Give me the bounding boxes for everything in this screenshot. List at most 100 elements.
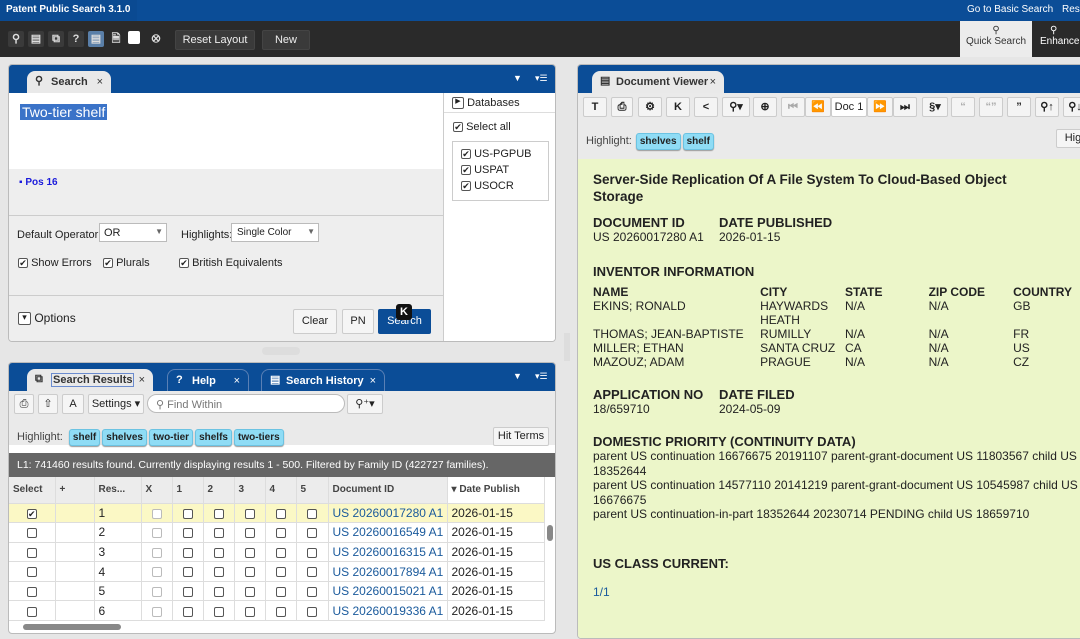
menu-icon[interactable]: ▾☰ [535, 371, 548, 382]
tag-checkbox[interactable] [275, 508, 286, 519]
highlight-chip[interactable]: shelf [682, 133, 714, 150]
quote-open-icon[interactable]: “ [951, 97, 975, 117]
settings-dropdown[interactable]: Settings ▾ [88, 394, 144, 414]
close-icon[interactable]: × [234, 370, 240, 392]
exclude-checkbox[interactable] [151, 587, 162, 597]
zoom-in-icon[interactable]: ⊕ [753, 97, 777, 117]
plurals-checkbox[interactable]: ✔ Plurals [103, 257, 150, 269]
highlight-chip[interactable]: shelf [68, 429, 101, 446]
search-history-icon[interactable]: ▤ [28, 31, 44, 47]
reset-link[interactable]: Res [1062, 4, 1080, 15]
exclude-checkbox[interactable] [151, 606, 162, 617]
document-id-link[interactable]: US 20260016315 A1 [333, 545, 444, 559]
col-2[interactable]: 2 [203, 477, 235, 504]
highlight-chip[interactable]: shelves [635, 133, 681, 150]
first-doc-icon[interactable]: ⏮ [781, 97, 805, 117]
row-select-checkbox[interactable] [26, 606, 37, 617]
pn-button[interactable]: PN [342, 309, 374, 334]
highlight-options-button[interactable]: High [1056, 129, 1080, 148]
basic-search-link[interactable]: Go to Basic Search [967, 4, 1053, 15]
tag-checkbox[interactable] [182, 547, 193, 558]
tag-checkbox[interactable] [213, 508, 224, 519]
table-row[interactable]: 4 US 20260017894 A1 2026-01-15 [9, 561, 545, 582]
chevron-down-icon[interactable]: ▼ [513, 73, 522, 83]
row-select-checkbox[interactable] [26, 567, 37, 578]
close-icon[interactable]: × [710, 71, 716, 93]
row-select-checkbox[interactable] [26, 587, 37, 597]
tag-checkbox[interactable] [244, 508, 255, 519]
clear-button[interactable]: Clear [293, 309, 337, 334]
col-select[interactable]: Select [9, 477, 56, 504]
highlight-chip[interactable]: two-tier [148, 429, 194, 446]
search-options-icon[interactable]: ⚲⁺▾ [347, 394, 383, 414]
row-select-checkbox[interactable]: ✔ [26, 508, 37, 519]
document-viewer-icon[interactable]: ▤ [88, 31, 104, 47]
lightning-icon[interactable]: ⭙ [148, 31, 164, 47]
tag-checkbox[interactable] [182, 508, 193, 519]
print-icon[interactable]: ⎙ [14, 394, 34, 414]
document-id-link[interactable]: US 20260017894 A1 [333, 565, 444, 579]
tag-checkbox[interactable] [182, 528, 193, 539]
tag-checkbox[interactable] [307, 547, 317, 558]
british-equivalents-checkbox[interactable]: ✔ British Equivalents [179, 257, 283, 269]
quotes-icon[interactable]: “” [979, 97, 1003, 117]
tab-search-results[interactable]: ⧉ Search Results × [27, 369, 153, 391]
tag-checkbox[interactable] [213, 587, 224, 597]
tag-checkbox[interactable] [213, 606, 224, 617]
tag-checkbox[interactable] [307, 606, 317, 617]
exclude-checkbox[interactable] [151, 508, 162, 519]
tag-checkbox[interactable] [213, 567, 224, 578]
tag-checkbox[interactable] [307, 508, 317, 519]
table-row[interactable]: 2 US 20260016549 A1 2026-01-15 [9, 522, 545, 543]
tag-checkbox[interactable] [182, 587, 193, 597]
quick-search-tab[interactable]: ⚲ Quick Search [960, 21, 1032, 57]
zoom-dropdown-icon[interactable]: ⚲▾ [722, 97, 750, 117]
pos-indicator[interactable]: ▪ Pos 16 [19, 177, 58, 188]
hit-terms-button[interactable]: Hit Terms [493, 427, 549, 446]
tag-checkbox[interactable] [244, 606, 255, 617]
reset-layout-button[interactable]: Reset Layout [175, 30, 255, 50]
tag-checkbox[interactable] [244, 528, 255, 539]
col-plus[interactable]: + [55, 477, 95, 504]
tag-checkbox[interactable] [275, 587, 286, 597]
kwic-icon[interactable]: K [666, 97, 690, 117]
highlight-chip[interactable]: two-tiers [233, 429, 284, 446]
new-document-icon[interactable]: 🗎 [108, 31, 124, 47]
col-result[interactable]: Res... [94, 477, 142, 504]
document-id-link[interactable]: US 20260017280 A1 [333, 506, 444, 520]
next-doc-icon[interactable]: ⏩ [867, 97, 893, 117]
table-row[interactable]: ✔ 1 US 20260017280 A1 2026-01-15 [9, 503, 545, 524]
gear-icon[interactable]: ⚙ [638, 97, 662, 117]
col-3[interactable]: 3 [234, 477, 266, 504]
row-select-checkbox[interactable] [26, 547, 37, 558]
tab-help[interactable]: ? Help × [167, 369, 249, 391]
document-id-link[interactable]: US 20260016549 A1 [333, 525, 444, 539]
share-icon[interactable]: < [694, 97, 718, 117]
highlights-select[interactable]: Single Color ▼ [231, 223, 319, 242]
export-icon[interactable]: ⇧ [38, 394, 58, 414]
db-usocr[interactable]: ✔ USOCR [461, 180, 540, 192]
tab-search[interactable]: ⚲ Search × [27, 71, 111, 93]
close-icon[interactable]: × [370, 370, 376, 392]
db-us-pgpub[interactable]: ✔ US-PGPUB [461, 148, 540, 160]
results-icon[interactable]: ⧉ [48, 31, 64, 47]
tag-checkbox[interactable] [213, 528, 224, 539]
tag-checkbox[interactable] [307, 567, 317, 578]
vertical-splitter-handle[interactable] [564, 333, 570, 361]
col-date-publish[interactable]: ▾ Date Publish [447, 477, 545, 504]
show-errors-checkbox[interactable]: ✔ Show Errors [18, 257, 92, 269]
exclude-checkbox[interactable] [151, 547, 162, 558]
find-within-input[interactable]: ⚲ Find Within [147, 394, 345, 413]
text-image-icon[interactable]: T [583, 97, 607, 117]
search-icon[interactable]: ⚲ [8, 31, 24, 47]
options-toggle[interactable]: ▾ Options [18, 311, 76, 326]
table-row[interactable]: 6 US 20260019336 A1 2026-01-15 [9, 600, 545, 622]
highlight-chip[interactable]: shelfs [195, 429, 232, 446]
col-document-id[interactable]: Document ID [328, 477, 448, 504]
section-icon[interactable]: §▾ [922, 97, 948, 117]
exclude-checkbox[interactable] [151, 567, 162, 578]
tag-checkbox[interactable] [275, 528, 286, 539]
menu-icon[interactable]: ▾☰ [535, 73, 548, 84]
document-id-link[interactable]: US 20260015021 A1 [333, 584, 444, 598]
tag-checkbox[interactable] [275, 606, 286, 617]
